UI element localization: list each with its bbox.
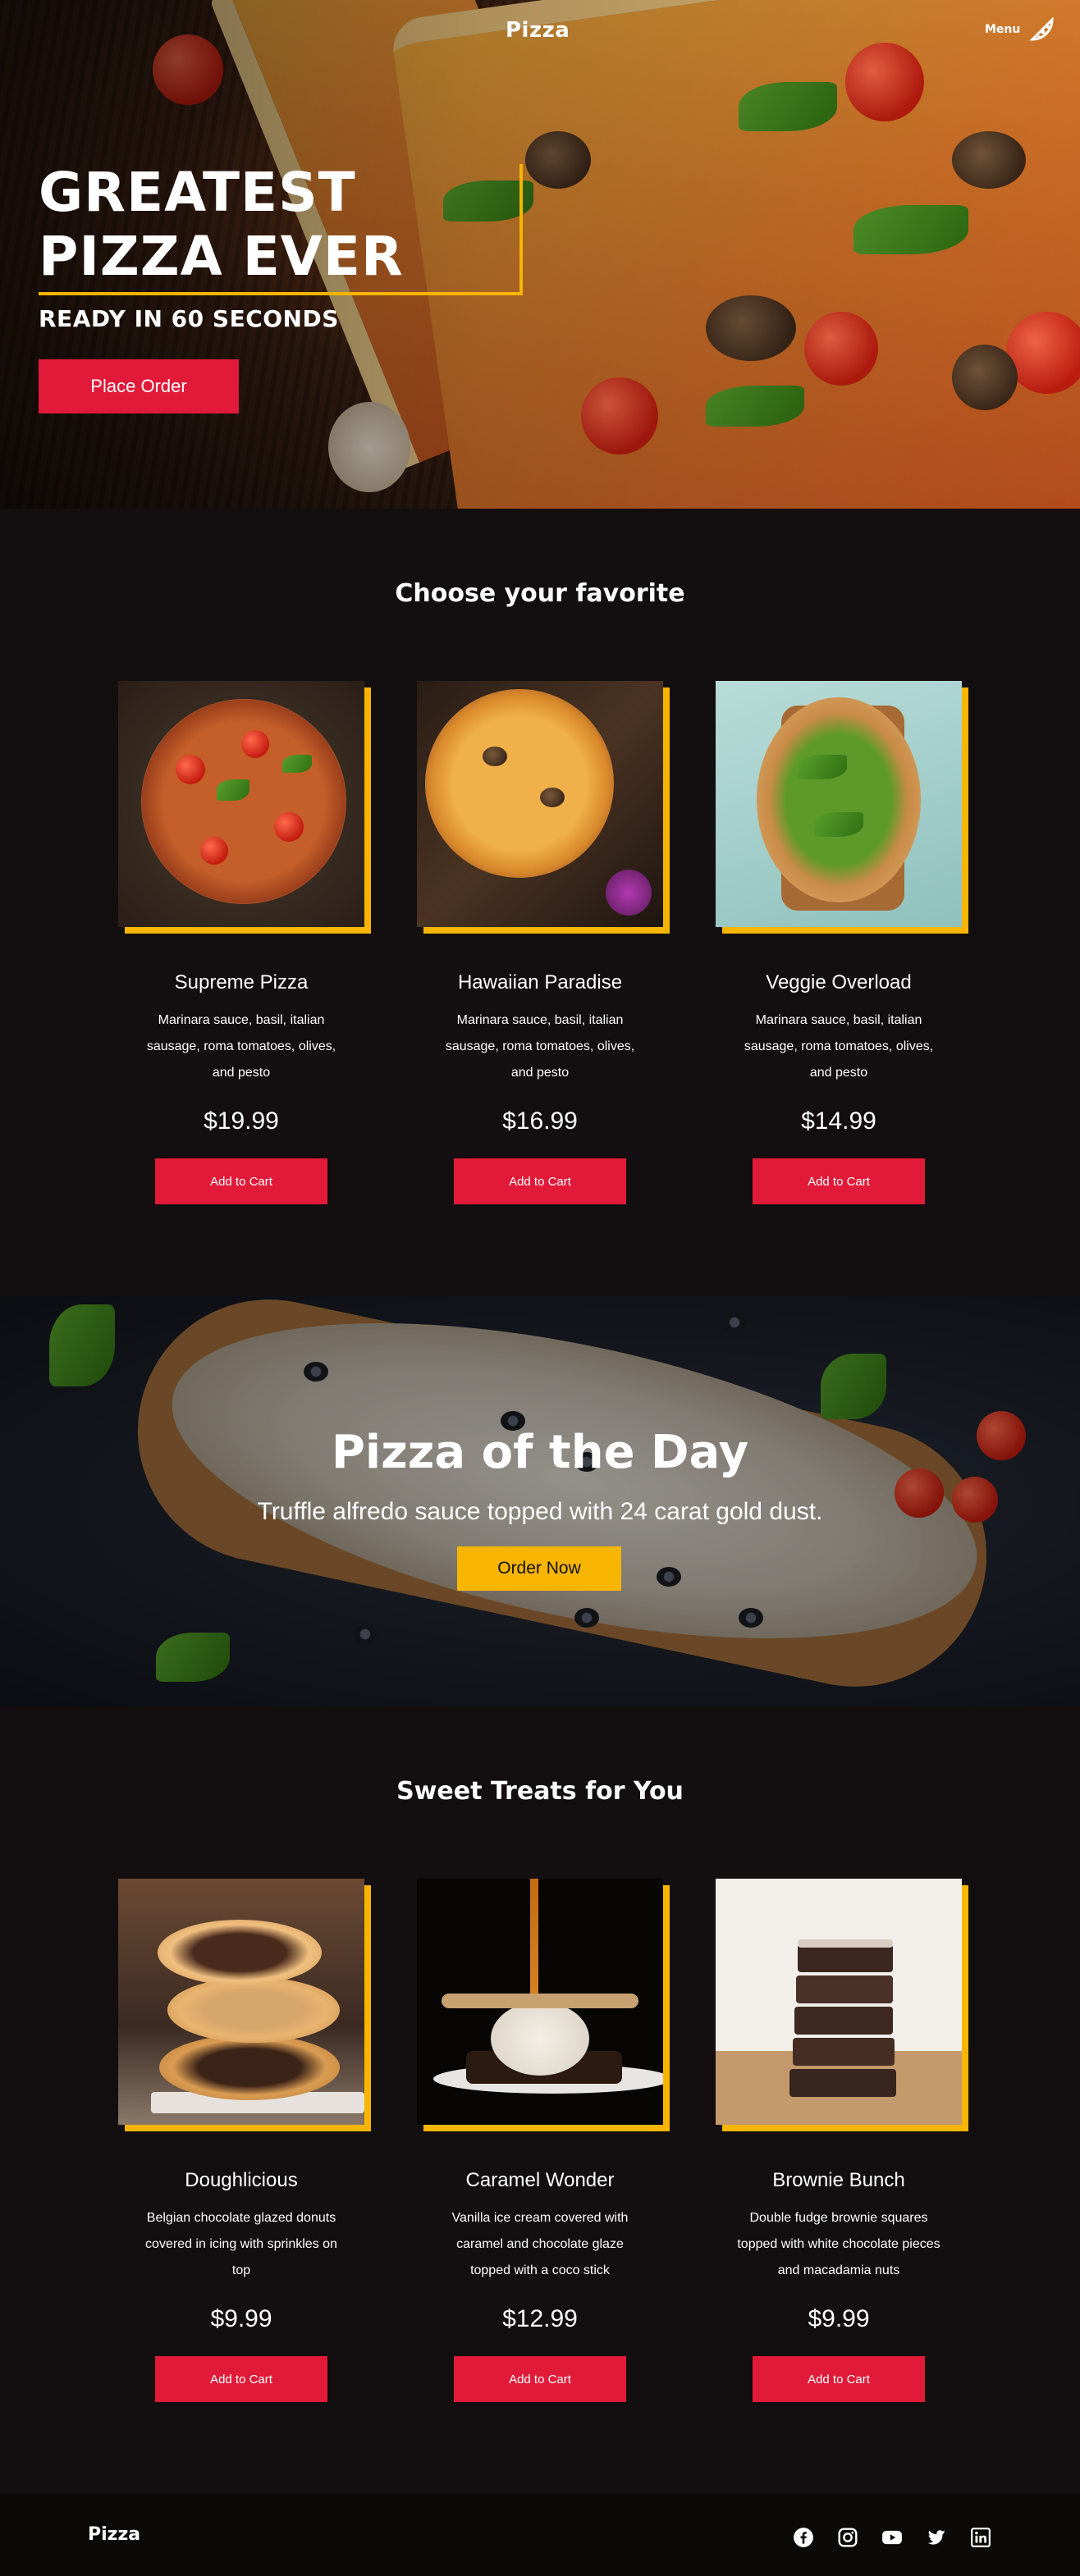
add-to-cart-button[interactable]: Add to Cart [753,1158,925,1204]
site-logo[interactable]: Pizza [506,18,570,43]
instagram-icon[interactable] [837,2527,858,2548]
add-to-cart-button[interactable]: Add to Cart [155,2356,327,2402]
supreme-pizza-image[interactable] [118,681,364,927]
product-description: Double fudge brownie squares topped with… [737,2211,940,2277]
linkedin-icon[interactable] [970,2527,991,2548]
add-to-cart-button[interactable]: Add to Cart [753,2356,925,2402]
menu-link[interactable]: Menu [985,23,1020,36]
product-price: $9.99 [808,2305,870,2332]
hawaiian-paradise-image[interactable] [417,681,663,927]
product-card: Veggie Overload Marinara sauce, basil, i… [716,681,968,1204]
veggie-overload-image[interactable] [716,681,962,927]
pizza-slice-icon[interactable] [1027,15,1057,44]
product-name: Hawaiian Paradise [457,971,623,993]
twitter-icon[interactable] [926,2527,947,2548]
product-description: Belgian chocolate glazed donuts covered … [145,2211,337,2277]
add-to-cart-button[interactable]: Add to Cart [155,1158,327,1204]
product-image-frame [417,681,670,934]
footer [0,2494,1080,2576]
product-card: Caramel Wonder Vanilla ice cream covered… [417,1879,670,2402]
hero-title-line: PIZZA EVER [39,225,404,288]
hero-title-line: GREATEST [39,161,356,224]
section-title: Sweet Treats for You [396,1777,684,1806]
product-price: $12.99 [502,2305,578,2332]
hero-subtitle: READY IN 60 SECONDS [39,305,339,332]
facebook-icon[interactable] [793,2527,814,2548]
section-title: Choose your favorite [395,579,685,608]
product-price: $9.99 [210,2305,272,2332]
product-name: Doughlicious [185,2169,298,2191]
product-image-frame [716,1879,968,2131]
add-to-cart-button[interactable]: Add to Cart [454,2356,626,2402]
product-description: Marinara sauce, basil, italian sausage, … [146,1013,336,1080]
caramel-wonder-image[interactable] [417,1879,663,2125]
product-image-frame [118,1879,371,2131]
doughlicious-image[interactable] [118,1879,364,2125]
pizza-of-the-day-title: Pizza of the Day [331,1426,749,1479]
product-image-frame [716,681,968,934]
product-name: Veggie Overload [766,971,912,993]
product-name: Brownie Bunch [772,2169,905,2191]
product-description: Vanilla ice cream covered with caramel a… [451,2211,629,2277]
footer-logo[interactable]: Pizza [88,2524,140,2545]
place-order-button[interactable]: Place Order [39,359,239,413]
pizza-of-the-day-description: Truffle alfredo sauce topped with 24 car… [257,1498,823,1525]
product-card: Hawaiian Paradise Marinara sauce, basil,… [417,681,670,1204]
product-card: Brownie Bunch Double fudge brownie squar… [716,1879,968,2402]
youtube-icon[interactable] [881,2527,903,2548]
product-image-frame [417,1879,670,2131]
product-description: Marinara sauce, basil, italian sausage, … [744,1013,934,1080]
product-price: $16.99 [502,1108,578,1135]
product-name: Supreme Pizza [174,971,309,993]
order-now-button[interactable]: Order Now [457,1546,621,1591]
brownie-bunch-image[interactable] [716,1879,962,2125]
product-image-frame [118,681,371,934]
product-price: $19.99 [204,1108,279,1135]
product-card: Supreme Pizza Marinara sauce, basil, ita… [118,681,371,1204]
product-name: Caramel Wonder [465,2169,615,2191]
product-description: Marinara sauce, basil, italian sausage, … [445,1013,635,1080]
hero-title: GREATEST PIZZA EVER [39,161,404,289]
product-card: Doughlicious Belgian chocolate glazed do… [118,1879,371,2402]
product-price: $14.99 [801,1108,876,1135]
add-to-cart-button[interactable]: Add to Cart [454,1158,626,1204]
